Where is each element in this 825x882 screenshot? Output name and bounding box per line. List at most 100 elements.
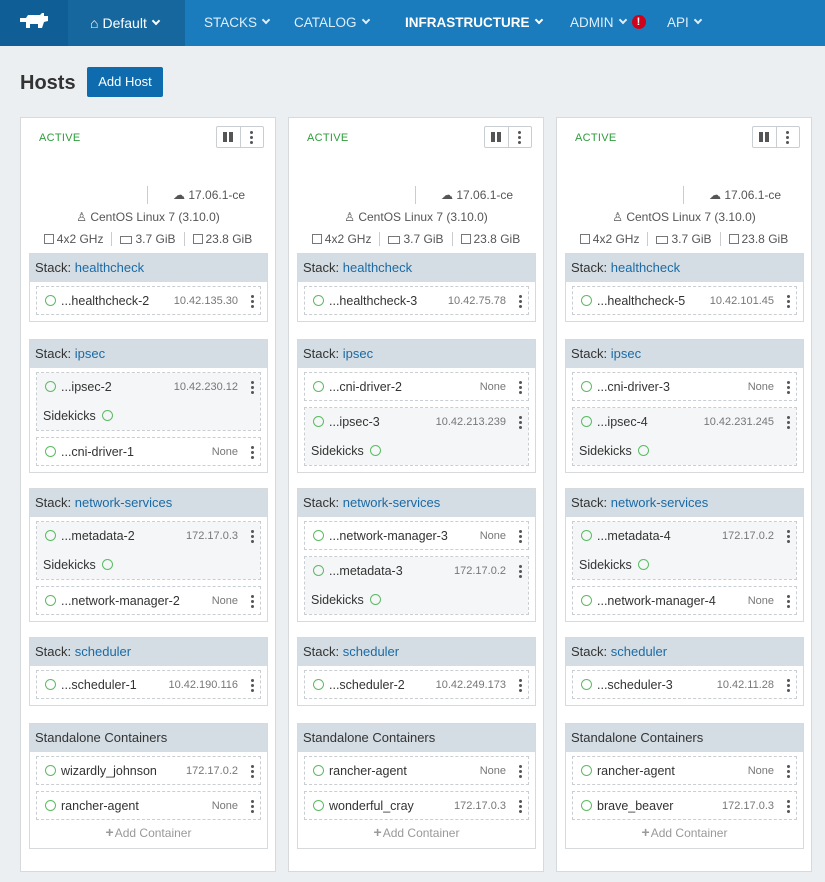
nav-api[interactable]: API xyxy=(667,0,703,46)
more-menu-icon[interactable] xyxy=(787,765,790,778)
nav-infrastructure[interactable]: INFRASTRUCTURE xyxy=(405,0,543,46)
more-menu-icon[interactable] xyxy=(251,295,254,308)
add-container-button[interactable]: +Add Container xyxy=(572,820,797,842)
more-menu-icon[interactable] xyxy=(251,765,254,778)
container-name[interactable]: wonderful_cray xyxy=(329,799,414,813)
more-menu-icon[interactable] xyxy=(519,565,522,578)
container-row[interactable]: rancher-agent None xyxy=(304,756,529,785)
container-name[interactable]: ...scheduler-1 xyxy=(61,678,137,692)
container-name[interactable]: wizardly_johnson xyxy=(61,764,157,778)
container-row[interactable]: ...healthcheck-3 10.42.75.78 xyxy=(304,286,529,315)
container-name[interactable]: rancher-agent xyxy=(597,764,675,778)
container-name[interactable]: rancher-agent xyxy=(329,764,407,778)
nav-admin[interactable]: ADMIN! xyxy=(570,0,646,46)
container-name[interactable]: ...network-manager-3 xyxy=(329,529,448,543)
stack-link[interactable]: network-services xyxy=(343,495,441,510)
stack-link[interactable]: healthcheck xyxy=(75,260,144,275)
stack-link[interactable]: healthcheck xyxy=(343,260,412,275)
container-name[interactable]: ...cni-driver-3 xyxy=(597,380,670,394)
more-menu-icon[interactable] xyxy=(251,800,254,813)
container-row[interactable]: ...cni-driver-1 None xyxy=(36,437,261,466)
stack-link[interactable]: scheduler xyxy=(611,644,667,659)
container-row[interactable]: ...cni-driver-2 None xyxy=(304,372,529,401)
more-menu-icon[interactable] xyxy=(519,381,522,394)
container-row[interactable]: rancher-agent None xyxy=(572,756,797,785)
container-row[interactable]: ...healthcheck-2 10.42.135.30 xyxy=(36,286,261,315)
container-name[interactable]: ...scheduler-2 xyxy=(329,678,405,692)
more-menu-icon[interactable] xyxy=(787,416,790,429)
container-name[interactable]: ...network-manager-2 xyxy=(61,594,180,608)
container-name[interactable]: rancher-agent xyxy=(61,799,139,813)
container-name[interactable]: ...metadata-2 xyxy=(61,529,135,543)
add-container-button[interactable]: +Add Container xyxy=(36,820,261,842)
more-menu-icon[interactable] xyxy=(251,679,254,692)
more-menu-icon[interactable] xyxy=(519,765,522,778)
stack-link[interactable]: ipsec xyxy=(611,346,641,361)
nav-stacks[interactable]: STACKS xyxy=(204,0,271,46)
more-menu-icon[interactable] xyxy=(251,446,254,459)
container-row[interactable]: ...ipsec-4 10.42.231.245 xyxy=(573,408,796,437)
stack-link[interactable]: ipsec xyxy=(343,346,373,361)
more-menu-icon[interactable] xyxy=(787,679,790,692)
more-menu-icon[interactable] xyxy=(787,595,790,608)
container-name[interactable]: ...metadata-3 xyxy=(329,564,403,578)
more-menu-icon[interactable] xyxy=(787,800,790,813)
container-name[interactable]: ...ipsec-2 xyxy=(61,380,112,394)
container-row[interactable]: ...scheduler-1 10.42.190.116 xyxy=(36,670,261,699)
pause-icon[interactable] xyxy=(485,127,508,147)
more-menu-icon[interactable] xyxy=(787,295,790,308)
add-host-button[interactable]: Add Host xyxy=(87,67,163,97)
container-row[interactable]: brave_beaver 172.17.0.3 xyxy=(572,791,797,820)
more-menu-icon[interactable] xyxy=(251,595,254,608)
container-row[interactable]: ...network-manager-4 None xyxy=(572,586,797,615)
more-menu-icon[interactable] xyxy=(775,127,800,147)
container-row[interactable]: wizardly_johnson 172.17.0.2 xyxy=(36,756,261,785)
container-name[interactable]: ...cni-driver-1 xyxy=(61,445,134,459)
container-row[interactable]: ...metadata-4 172.17.0.2 xyxy=(573,522,796,551)
container-row[interactable]: ...scheduler-3 10.42.11.28 xyxy=(572,670,797,699)
nav-catalog[interactable]: CATALOG xyxy=(294,0,370,46)
add-container-button[interactable]: +Add Container xyxy=(304,820,529,842)
container-row[interactable]: ...metadata-2 172.17.0.3 xyxy=(37,522,260,551)
container-row[interactable]: ...scheduler-2 10.42.249.173 xyxy=(304,670,529,699)
more-menu-icon[interactable] xyxy=(507,127,532,147)
more-menu-icon[interactable] xyxy=(519,295,522,308)
container-row[interactable]: ...ipsec-2 10.42.230.12 xyxy=(37,373,260,402)
container-name[interactable]: ...healthcheck-2 xyxy=(61,294,149,308)
container-name[interactable]: ...ipsec-3 xyxy=(329,415,380,429)
container-name[interactable]: ...scheduler-3 xyxy=(597,678,673,692)
container-row[interactable]: ...cni-driver-3 None xyxy=(572,372,797,401)
pause-icon[interactable] xyxy=(753,127,776,147)
pause-icon[interactable] xyxy=(217,127,240,147)
container-name[interactable]: ...network-manager-4 xyxy=(597,594,716,608)
more-menu-icon[interactable] xyxy=(787,530,790,543)
container-row[interactable]: rancher-agent None xyxy=(36,791,261,820)
stack-link[interactable]: ipsec xyxy=(75,346,105,361)
more-menu-icon[interactable] xyxy=(251,530,254,543)
container-name[interactable]: brave_beaver xyxy=(597,799,673,813)
more-menu-icon[interactable] xyxy=(239,127,264,147)
stack-link[interactable]: healthcheck xyxy=(611,260,680,275)
stack-link[interactable]: scheduler xyxy=(75,644,131,659)
container-row[interactable]: ...ipsec-3 10.42.213.239 xyxy=(305,408,528,437)
more-menu-icon[interactable] xyxy=(519,800,522,813)
stack-link[interactable]: network-services xyxy=(75,495,173,510)
more-menu-icon[interactable] xyxy=(519,416,522,429)
more-menu-icon[interactable] xyxy=(519,530,522,543)
more-menu-icon[interactable] xyxy=(519,679,522,692)
container-name[interactable]: ...healthcheck-3 xyxy=(329,294,417,308)
container-row[interactable]: ...metadata-3 172.17.0.2 xyxy=(305,557,528,586)
container-name[interactable]: ...metadata-4 xyxy=(597,529,671,543)
more-menu-icon[interactable] xyxy=(787,381,790,394)
stack-link[interactable]: network-services xyxy=(611,495,709,510)
stack-link[interactable]: scheduler xyxy=(343,644,399,659)
container-row[interactable]: ...network-manager-3 None xyxy=(304,521,529,550)
container-row[interactable]: wonderful_cray 172.17.0.3 xyxy=(304,791,529,820)
rancher-logo[interactable] xyxy=(0,0,68,46)
container-name[interactable]: ...cni-driver-2 xyxy=(329,380,402,394)
container-name[interactable]: ...ipsec-4 xyxy=(597,415,648,429)
container-row[interactable]: ...healthcheck-5 10.42.101.45 xyxy=(572,286,797,315)
container-name[interactable]: ...healthcheck-5 xyxy=(597,294,685,308)
container-row[interactable]: ...network-manager-2 None xyxy=(36,586,261,615)
environment-switcher[interactable]: ⌂ Default xyxy=(68,0,185,46)
